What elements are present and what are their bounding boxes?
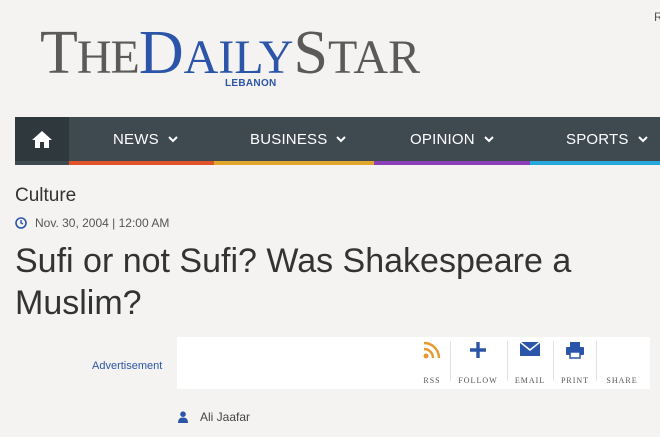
share-divider [507,341,508,381]
share-label: SHARE [606,376,638,385]
section-label[interactable]: Culture [15,185,76,207]
logo-star-initial: S [293,19,328,87]
print-button[interactable]: PRINT [558,341,592,385]
advertisement-label: Advertisement [92,360,163,372]
clock-icon [15,217,27,229]
email-icon [519,341,541,356]
article-author[interactable]: Ali Jaafar [178,410,250,424]
plus-icon [470,342,486,358]
logo-star-rest: TAR [327,31,421,84]
logo-daily-initial: D [138,19,184,87]
nav-item-label: BUSINESS [250,130,328,148]
print-label: PRINT [560,376,590,385]
main-navigation: NEWS BUSINESS OPINION SPORTS [15,117,660,165]
rss-button[interactable]: RSS [415,341,449,385]
share-toolbar: RSS FOLLOW EMAIL PRINT SHARE [177,337,650,389]
follow-button[interactable]: FOLLOW [453,341,503,385]
article-dateline: Nov. 30, 2004 | 12:00 AM [15,216,169,230]
nav-item-news[interactable]: NEWS [113,117,178,161]
corner-text: R [654,10,660,24]
logo-daily-rest: AILY [183,31,294,84]
chevron-down-icon [168,136,178,143]
nav-item-label: SPORTS [566,130,629,148]
nav-strip-sports [530,161,660,165]
email-button[interactable]: EMAIL [511,341,549,385]
email-label: EMAIL [514,376,546,385]
nav-strip-business [214,161,374,165]
chevron-down-icon [484,136,494,143]
print-icon [566,342,584,359]
share-divider [553,341,554,381]
rss-icon [423,341,441,359]
chevron-down-icon [336,136,347,143]
chevron-down-icon [637,136,648,143]
logo-the-initial: T [40,19,78,87]
nav-item-label: NEWS [113,130,159,148]
nav-home-button[interactable] [15,117,69,161]
share-divider [450,341,451,381]
nav-item-business[interactable]: BUSINESS [250,117,347,161]
article-headline: Sufi or not Sufi? Was Shakespeare a Musl… [15,242,572,322]
home-icon [32,131,52,148]
logo-subtitle: LEBANON [225,78,277,89]
nav-item-label: OPINION [410,130,475,148]
nav-strip-opinion [374,161,530,165]
nav-item-opinion[interactable]: OPINION [410,117,494,161]
article-date: Nov. 30, 2004 | 12:00 AM [35,216,170,230]
follow-label: FOLLOW [458,376,498,385]
rss-label: RSS [423,376,441,385]
author-name: Ali Jaafar [200,410,251,424]
nav-strip-news [69,161,214,165]
site-logo[interactable]: THEDAILYSTAR [40,22,420,84]
share-divider [596,341,597,381]
share-button[interactable]: SHARE [602,341,642,385]
nav-item-sports[interactable]: SPORTS [566,117,648,161]
user-icon [178,411,188,423]
logo-the-rest: HE [76,31,140,84]
